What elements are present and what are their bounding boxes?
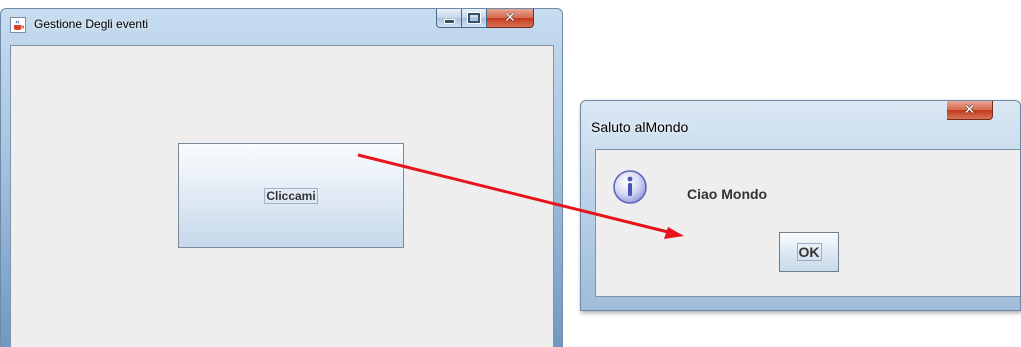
- arrowhead-icon: [664, 227, 684, 239]
- connector-arrow: [357, 153, 684, 239]
